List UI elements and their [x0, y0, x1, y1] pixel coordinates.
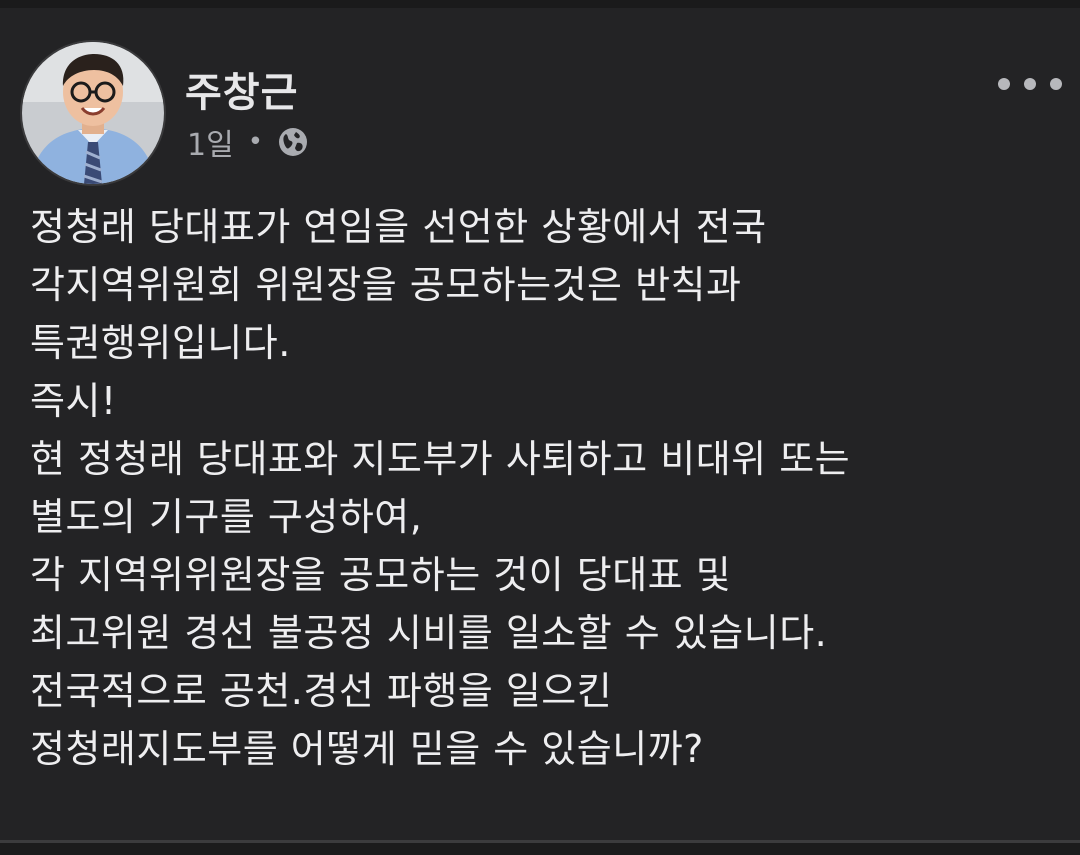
- more-dot: [1050, 78, 1062, 90]
- avatar[interactable]: [22, 42, 164, 184]
- post-line: 현 정청래 당대표와 지도부가 사퇴하고 비대위 또는: [30, 437, 851, 481]
- post-line: 정청래지도부를 어떻게 믿을 수 있습니까?: [30, 727, 704, 771]
- post-meta: 1일 •: [187, 120, 309, 164]
- more-options-icon[interactable]: [998, 68, 1062, 100]
- post-time[interactable]: 1일: [187, 120, 234, 164]
- more-dot: [1024, 78, 1036, 90]
- post-body: 정청래 당대표가 연임을 선언한 상황에서 전국 각지역위원회 위원장을 공모하…: [30, 198, 1050, 778]
- post-line: 최고위원 경선 불공정 시비를 일소할 수 있습니다.: [30, 611, 828, 655]
- post-line: 각 지역위위원장을 공모하는 것이 당대표 및: [30, 553, 732, 597]
- meta-separator: •: [247, 127, 264, 157]
- post-divider: [0, 840, 1080, 855]
- post-line: 전국적으로 공천.경선 파행을 일으킨: [30, 669, 613, 713]
- globe-icon[interactable]: [277, 126, 309, 158]
- author-name[interactable]: 주창근: [185, 60, 298, 118]
- post-line: 즉시!: [30, 379, 117, 423]
- post-line: 특권행위입니다.: [30, 321, 291, 365]
- status-bar-edge: [0, 0, 1080, 8]
- facebook-post: 주창근 1일 • 정청래 당대표가 연임을 선언한 상황에서 전국 각지역위원회…: [0, 8, 1080, 840]
- post-line: 정청래 당대표가 연임을 선언한 상황에서 전국: [30, 205, 767, 249]
- more-dot: [998, 78, 1010, 90]
- post-line: 별도의 기구를 구성하여,: [30, 495, 423, 539]
- post-line: 각지역위원회 위원장을 공모하는것은 반칙과: [30, 263, 742, 307]
- avatar-photo: [22, 42, 164, 184]
